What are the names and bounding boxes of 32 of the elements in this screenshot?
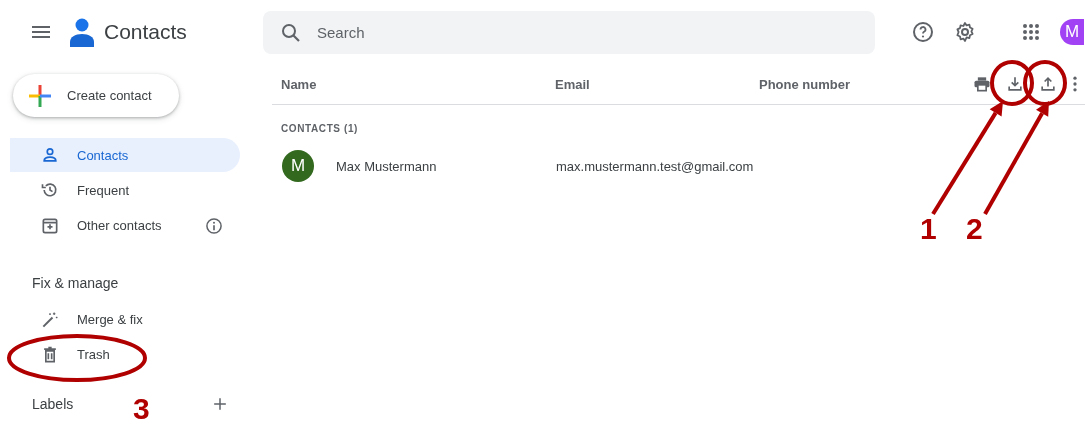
info-icon[interactable] <box>204 215 224 236</box>
nav-item[interactable]: Trash <box>10 337 240 372</box>
download-icon[interactable] <box>1005 74 1025 94</box>
section-heading: Fix & manage <box>32 274 120 291</box>
column-header[interactable]: Email <box>555 76 759 92</box>
callout-number: 3 <box>133 392 150 424</box>
group-heading: CONTACTS (1) <box>281 123 359 134</box>
contacts-logo <box>69 17 95 47</box>
contact-name[interactable]: Max Mustermann <box>336 158 437 174</box>
help-icon[interactable] <box>911 20 935 44</box>
person-icon <box>40 145 60 165</box>
print-icon[interactable] <box>972 74 992 94</box>
callout-circle <box>990 60 1034 106</box>
callout-number: 2 <box>966 212 983 246</box>
callout-number: 1 <box>920 212 937 246</box>
app-title: Contacts <box>104 20 187 44</box>
upload-icon[interactable] <box>1038 74 1058 94</box>
nav-item[interactable]: Frequent <box>10 173 240 208</box>
create-contact-button[interactable]: Create contact <box>13 74 179 117</box>
nav-item[interactable]: Contacts <box>10 138 240 172</box>
section-heading: Labels <box>32 395 74 412</box>
contact-email: max.mustermann.test@gmail.com <box>556 158 755 174</box>
column-header[interactable]: Name <box>281 76 555 92</box>
column-header[interactable]: Phone number <box>759 76 972 92</box>
contact-avatar: M <box>282 150 314 182</box>
callout-circle <box>1023 60 1067 106</box>
more-icon[interactable] <box>1071 74 1079 94</box>
plus-icon <box>28 83 52 108</box>
search-field[interactable]: Search <box>263 10 875 54</box>
nav-item[interactable]: Merge & fix <box>10 302 240 337</box>
nav-item[interactable]: Other contacts <box>10 208 240 243</box>
account-avatar[interactable]: M <box>1060 19 1084 45</box>
